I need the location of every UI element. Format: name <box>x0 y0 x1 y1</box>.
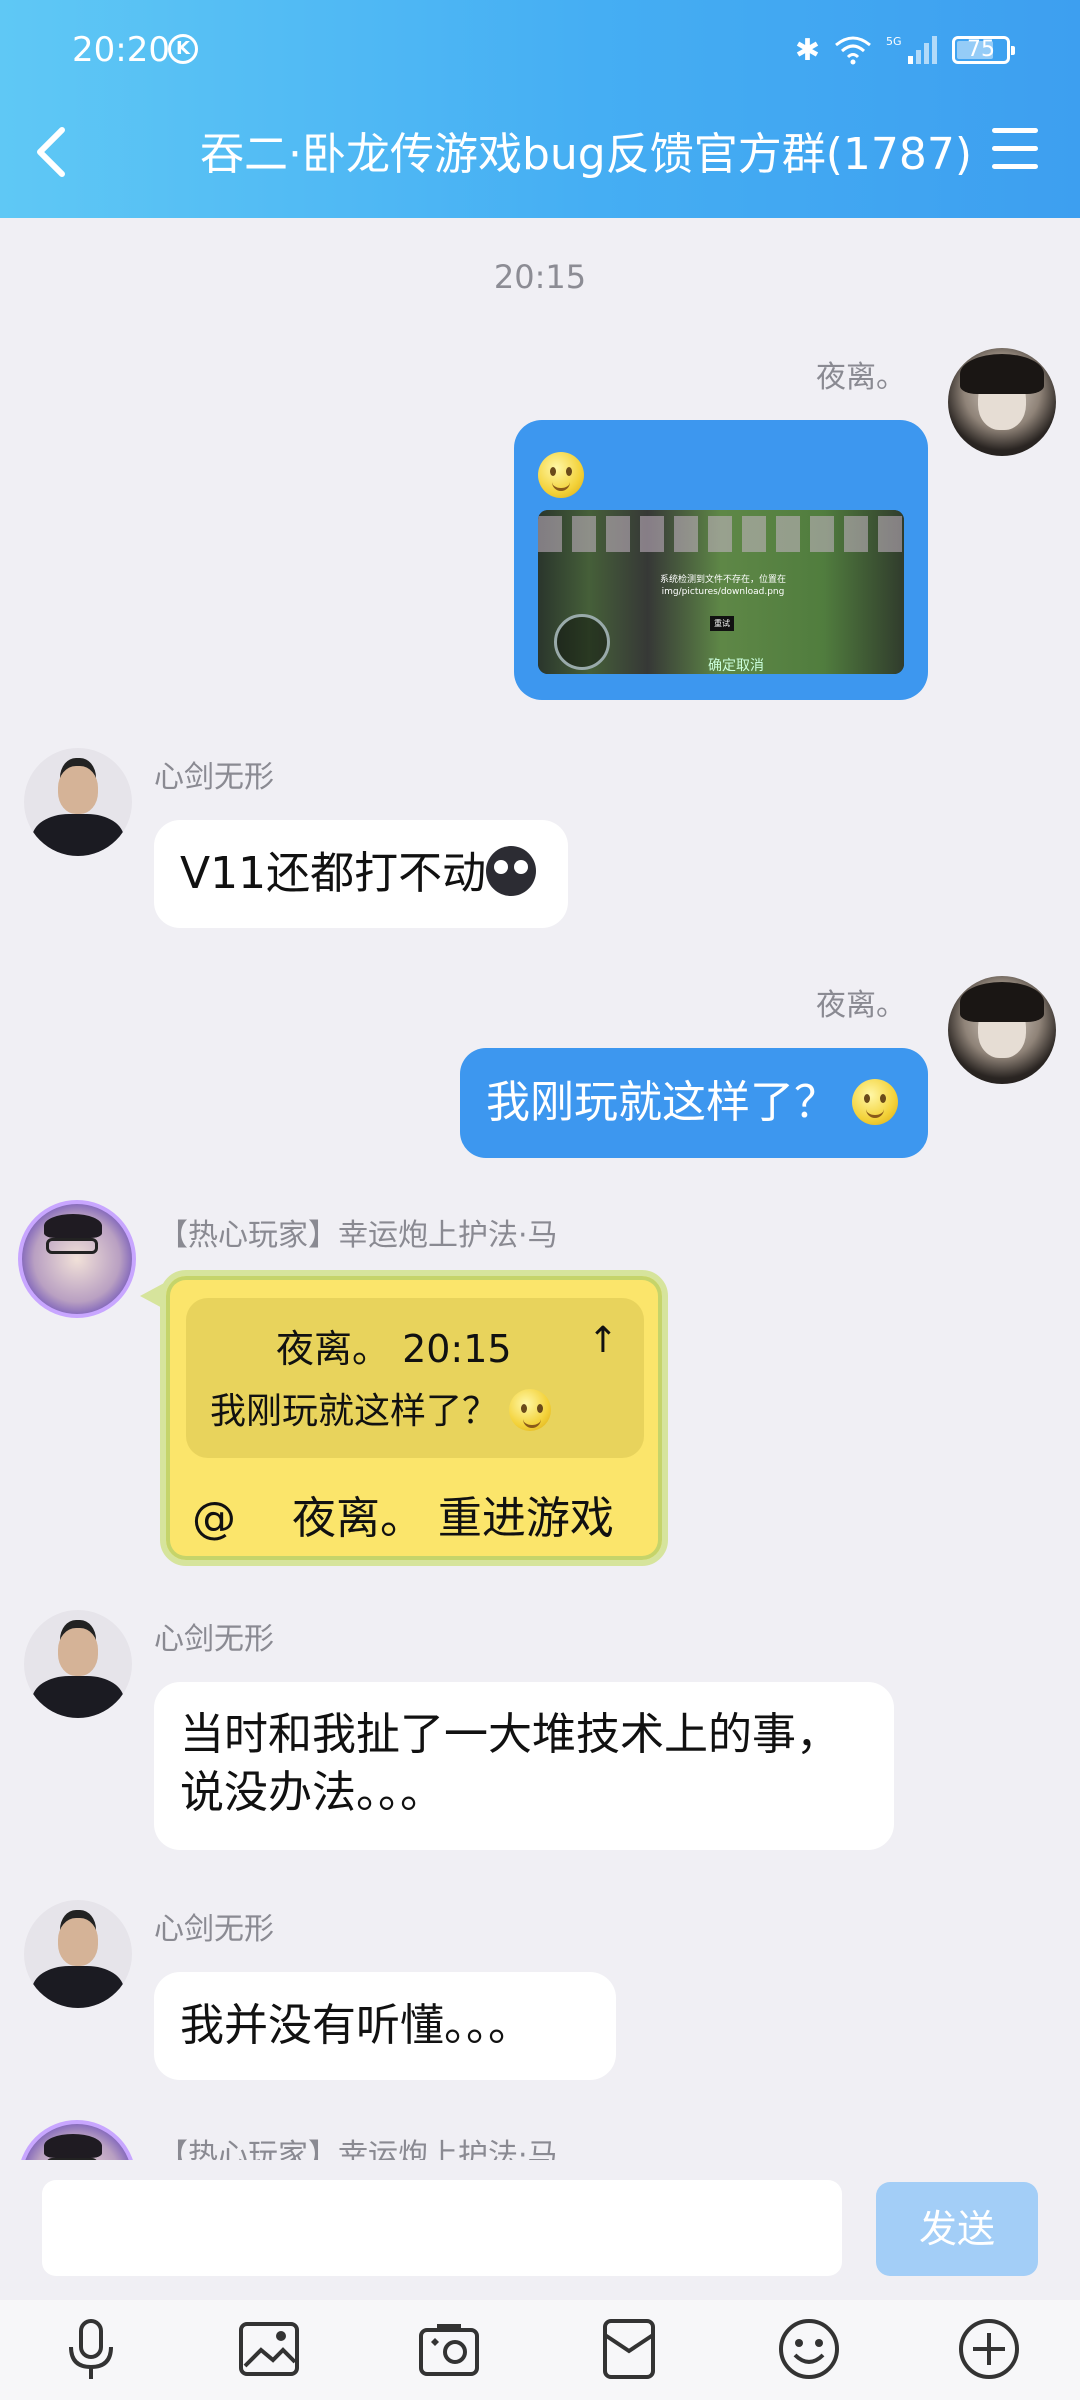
menu-line <box>992 128 1038 133</box>
dpad-icon <box>554 614 610 670</box>
group-title: 吞二·卧龙传游戏bug反馈官方群(1787) <box>200 129 973 180</box>
status-time: 20:20 <box>72 30 170 70</box>
sender-name: 心剑无形 <box>154 1622 274 1657</box>
send-button[interactable]: 发送 <box>876 2182 1038 2276</box>
confirm-label: 确定取消 <box>708 658 764 674</box>
message-timestamp: 20:15 <box>493 258 587 296</box>
menu-button[interactable] <box>992 128 1038 172</box>
message-bubble[interactable]: V11还都打不动 <box>154 820 568 928</box>
input-bar: 发送 <box>0 2160 1080 2300</box>
message-text: @ 夜离。 重进游戏 <box>192 1493 614 1544</box>
menu-line <box>992 164 1038 169</box>
ghost-emoji-icon <box>486 846 537 896</box>
emoji-icon <box>509 1389 552 1431</box>
status-icons: ✱ 5G 75 <box>794 30 1015 70</box>
message-text-line-1: 当时和我扯了一大堆技术上的事， <box>180 1709 840 1760</box>
avatar[interactable] <box>24 748 132 856</box>
k-app-icon: K <box>168 34 198 64</box>
menu-line <box>992 146 1038 151</box>
mic-icon[interactable] <box>56 2314 126 2384</box>
signal-icon: 5G <box>886 35 937 64</box>
emoji-icon <box>852 1079 898 1125</box>
avatar[interactable] <box>24 1610 132 1718</box>
message-bubble[interactable]: 当时和我扯了一大堆技术上的事， 说没办法。。。 <box>154 1682 894 1850</box>
message-text: V11还都打不动 <box>180 848 487 899</box>
avatar[interactable] <box>18 1200 136 1318</box>
bluetooth-icon: ✱ <box>794 32 820 68</box>
emoji-icon <box>538 452 584 498</box>
chat-header: 20:20 K ✱ 5G 75 吞二·卧龙传游戏bug反馈官方群(1787) <box>0 0 1080 218</box>
retry-label: 重试 <box>710 616 734 631</box>
sender-name: 心剑无形 <box>154 1912 274 1947</box>
battery-icon: 75 <box>952 36 1015 64</box>
emoji-icon[interactable] <box>774 2314 844 2384</box>
camera-icon[interactable] <box>414 2314 484 2384</box>
plus-icon[interactable] <box>954 2314 1024 2384</box>
quoted-message[interactable]: 夜离。 20:15 ↑ 我刚玩就这样了？ <box>186 1298 644 1458</box>
avatar[interactable] <box>948 348 1056 456</box>
image-message[interactable]: 系统检测到文件不存在，位置在 img/pictures/download.png… <box>514 420 928 700</box>
message-bubble[interactable]: 我并没有听懂。。。 <box>154 1972 616 2080</box>
avatar[interactable] <box>948 976 1056 1084</box>
reply-bubble[interactable]: 夜离。 20:15 ↑ 我刚玩就这样了？ @ 夜离。 重进游戏 <box>160 1270 668 1566</box>
message-text: 我并没有听懂。。。 <box>180 2000 532 2051</box>
red-packet-icon[interactable] <box>594 2314 664 2384</box>
sender-name: 心剑无形 <box>154 760 274 795</box>
game-trees <box>538 516 904 552</box>
image-icon[interactable] <box>234 2314 304 2384</box>
message-bubble[interactable]: 我刚玩就这样了？ <box>460 1048 928 1158</box>
quote-header: 夜离。 20:15 <box>276 1327 512 1371</box>
message-input[interactable] <box>42 2180 842 2276</box>
quote-text-content: 我刚玩就这样了？ <box>210 1391 499 1432</box>
error-line-2: img/pictures/download.png <box>661 587 785 597</box>
game-screenshot[interactable]: 系统检测到文件不存在，位置在 img/pictures/download.png… <box>538 510 904 674</box>
quote-text: 我刚玩就这样了？ <box>210 1382 552 1434</box>
back-button[interactable] <box>30 122 74 182</box>
avatar[interactable] <box>24 1900 132 2008</box>
quote-arrow-icon: ↑ <box>587 1320 618 1361</box>
sender-name: 夜离。 <box>816 988 906 1023</box>
message-text: 我刚玩就这样了？ <box>486 1077 838 1128</box>
error-text: 系统检测到文件不存在，位置在 img/pictures/download.png <box>628 574 818 598</box>
message-text-line-2: 说没办法。。。 <box>180 1767 444 1818</box>
wifi-icon <box>835 36 871 65</box>
sender-name: 【热心玩家】幸运炮上护法·马 <box>158 1218 558 1253</box>
sender-name: 夜离。 <box>816 360 906 395</box>
chat-toolbar <box>0 2300 1080 2400</box>
svg-text:5G: 5G <box>886 35 902 48</box>
status-bar: 20:20 K ✱ 5G 75 <box>0 0 1080 104</box>
error-line-1: 系统检测到文件不存在，位置在 <box>659 575 786 585</box>
battery-level: 75 <box>967 37 995 62</box>
